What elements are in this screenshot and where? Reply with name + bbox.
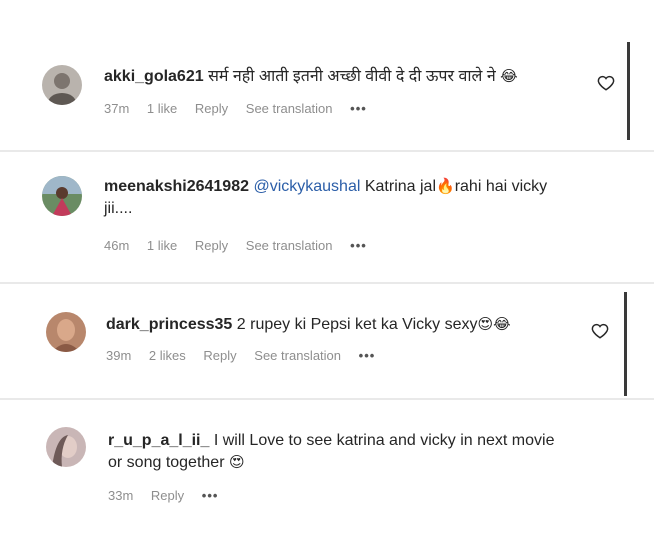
- comment-username[interactable]: meenakshi2641982: [104, 178, 249, 195]
- comment-time: 33m: [108, 488, 134, 503]
- more-options-icon[interactable]: •••: [350, 101, 367, 116]
- comment-meta: 33m Reply •••: [108, 488, 232, 503]
- comment-text: meenakshi2641982 @vickykaushal Katrina j…: [104, 176, 614, 220]
- like-count[interactable]: 1 like: [147, 238, 177, 253]
- avatar[interactable]: [46, 312, 86, 352]
- comment-item: akki_gola621 सर्म नही आती इतनी अच्छी वीव…: [0, 0, 640, 150]
- avatar[interactable]: [42, 65, 82, 105]
- comment-body-line2: jii....: [104, 200, 133, 217]
- comment-body: Katrina jal: [364, 178, 437, 195]
- emoji: 😍😂: [477, 316, 511, 333]
- reply-button[interactable]: Reply: [151, 488, 184, 503]
- comment-body-line2: or song together: [108, 454, 225, 471]
- comment-time: 37m: [104, 101, 130, 116]
- comment-meta: 37m 1 like Reply See translation •••: [104, 101, 381, 116]
- like-count[interactable]: 2 likes: [149, 348, 186, 363]
- avatar[interactable]: [46, 427, 86, 467]
- emoji: 😂: [500, 68, 518, 85]
- comment-body-continued: rahi hai vicky: [454, 178, 548, 195]
- comment-panel-1: akki_gola621 सर्म नही आती इतनी अच्छी वीव…: [0, 0, 654, 150]
- comment-meta: 46m 1 like Reply See translation •••: [104, 238, 381, 253]
- like-count[interactable]: 1 like: [147, 101, 177, 116]
- comment-body: 2 rupey ki Pepsi ket ka Vicky sexy: [236, 316, 478, 333]
- comment-username[interactable]: akki_gola621: [104, 68, 204, 85]
- avatar[interactable]: [42, 176, 82, 216]
- heart-icon[interactable]: [591, 322, 609, 340]
- emoji: 😍: [228, 454, 245, 471]
- comment-time: 39m: [106, 348, 132, 363]
- comment-body: सर्म नही आती इतनी अच्छी वीवी दे दी ऊपर व…: [208, 68, 496, 85]
- heart-icon[interactable]: [597, 74, 615, 92]
- reply-button[interactable]: Reply: [195, 238, 228, 253]
- see-translation-button[interactable]: See translation: [246, 101, 333, 116]
- scrollbar[interactable]: [624, 292, 627, 396]
- comment-panel-3: dark_princess35 2 rupey ki Pepsi ket ka …: [0, 284, 654, 398]
- comment-text: akki_gola621 सर्म नही आती इतनी अच्छी वीव…: [104, 66, 584, 88]
- see-translation-button[interactable]: See translation: [246, 238, 333, 253]
- comment-meta: 39m 2 likes Reply See translation •••: [106, 348, 389, 363]
- more-options-icon[interactable]: •••: [202, 488, 219, 503]
- more-options-icon[interactable]: •••: [359, 348, 376, 363]
- more-options-icon[interactable]: •••: [350, 238, 367, 253]
- comment-text: r_u_p_a_l_ii_ I will Love to see katrina…: [108, 430, 628, 474]
- comment-panel-2: meenakshi2641982 @vickykaushal Katrina j…: [0, 152, 654, 282]
- see-translation-button[interactable]: See translation: [254, 348, 341, 363]
- comment-username[interactable]: dark_princess35: [106, 316, 232, 333]
- comment-body: I will Love to see katrina and vicky in …: [213, 432, 555, 449]
- comment-panel-4: r_u_p_a_l_ii_ I will Love to see katrina…: [0, 400, 654, 552]
- emoji: 🔥: [436, 178, 455, 195]
- comment-text: dark_princess35 2 rupey ki Pepsi ket ka …: [106, 314, 606, 336]
- comment-time: 46m: [104, 238, 130, 253]
- reply-button[interactable]: Reply: [195, 101, 228, 116]
- comment-username[interactable]: r_u_p_a_l_ii_: [108, 432, 209, 449]
- reply-button[interactable]: Reply: [203, 348, 236, 363]
- mention-link[interactable]: @vickykaushal: [253, 178, 360, 195]
